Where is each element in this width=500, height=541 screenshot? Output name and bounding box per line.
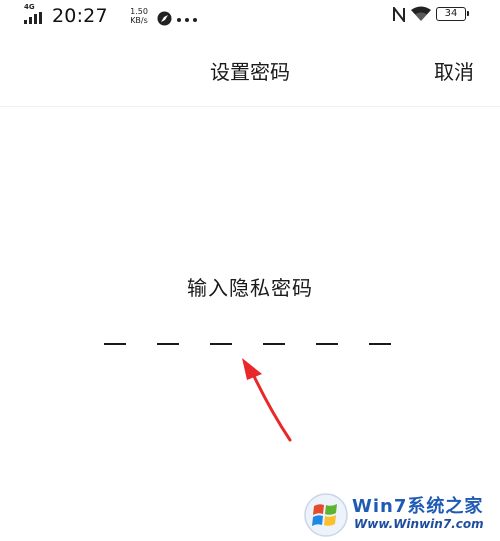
battery-level: 34 — [444, 8, 458, 19]
network-speed-unit: KB/s — [130, 16, 148, 25]
battery-icon: 34 — [436, 7, 469, 21]
pin-slot — [369, 343, 391, 345]
network-speed-value: 1.50 — [130, 7, 148, 16]
pin-slot — [263, 343, 285, 345]
pin-slot — [316, 343, 338, 345]
pin-prompt: 输入隐私密码 — [187, 276, 313, 300]
notification-compass-icon — [157, 11, 172, 26]
pin-slot — [104, 343, 126, 345]
watermark: Win7系统之家 Www.Winwin7.com — [302, 489, 500, 541]
signal-icon — [24, 12, 42, 24]
more-notifications-icon — [177, 18, 197, 22]
watermark-title: Win7系统之家 — [352, 496, 484, 517]
header-bar: 设置密码 取消 — [0, 34, 500, 107]
wifi-icon — [411, 6, 431, 21]
status-time: 20:27 — [52, 5, 108, 27]
network-speed: 1.50 KB/s — [128, 7, 150, 25]
pin-slot — [210, 343, 232, 345]
cancel-button[interactable]: 取消 — [434, 56, 474, 85]
nfc-icon — [393, 7, 405, 22]
page-title: 设置密码 — [210, 60, 290, 84]
windows-logo-icon — [304, 493, 348, 537]
status-bar: 4G 20:27 1.50 KB/s 34 — [0, 0, 500, 34]
watermark-url: Www.Winwin7.com — [354, 517, 484, 531]
network-type: 4G — [24, 3, 35, 11]
pin-slot — [157, 343, 179, 345]
pin-input[interactable] — [104, 343, 394, 347]
